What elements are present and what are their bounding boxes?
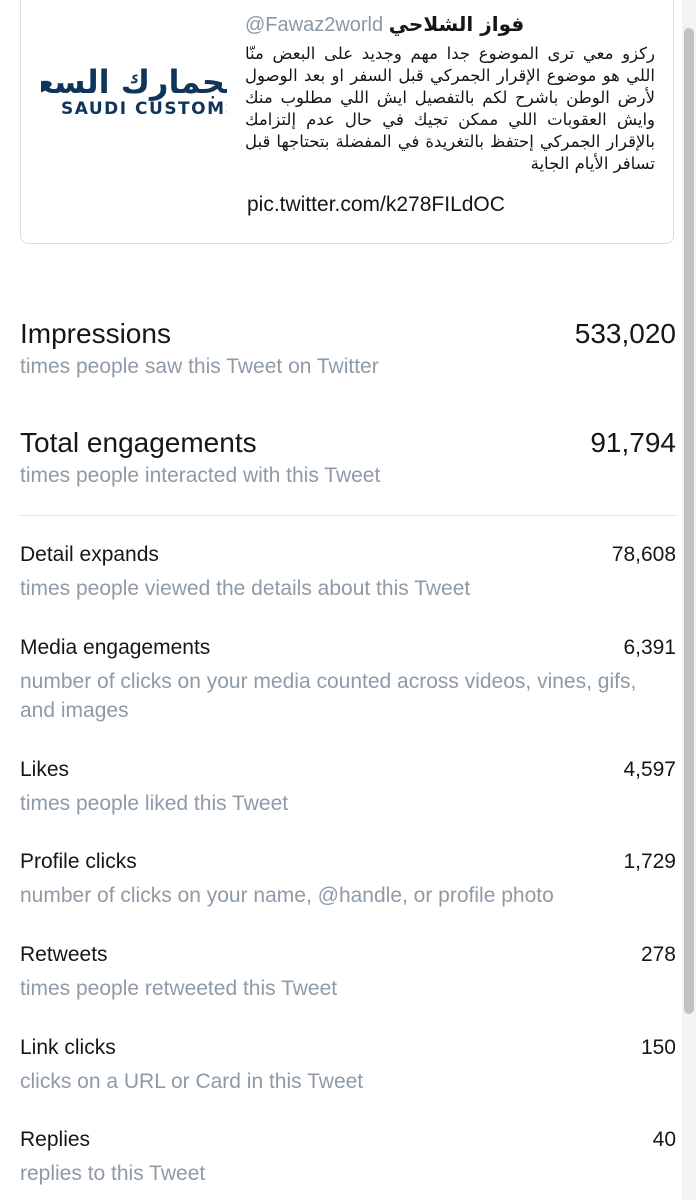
tweet-card[interactable]: لجمارك السعودية SAUDI CUSTOMS @Fawaz2wor… <box>20 0 674 244</box>
metric-description: times people saw this Tweet on Twitter <box>20 355 379 378</box>
metric-label: Replies <box>20 1128 91 1151</box>
metric-description: times people liked this Tweet <box>20 792 289 815</box>
metric-value: 150 <box>640 1036 676 1059</box>
metric-description: times people retweeted this Tweet <box>20 977 338 1000</box>
author-handle[interactable]: @Fawaz2world <box>245 14 383 36</box>
saudi-customs-logo: لجمارك السعودية SAUDI CUSTOMS <box>41 63 227 133</box>
metric-label: Total engagements <box>20 427 257 458</box>
metric-value: 40 <box>652 1128 676 1151</box>
metric-description: number of clicks on your media counted a… <box>20 670 637 722</box>
tweet-media-link[interactable]: pic.twitter.com/k278FILdOC <box>247 193 505 217</box>
metric-value: 533,020 <box>574 318 676 349</box>
scrollbar-thumb[interactable] <box>684 28 694 1014</box>
metric-label: Retweets <box>20 943 108 966</box>
metric-description: replies to this Tweet <box>20 1162 206 1185</box>
metric-label: Detail expands <box>20 543 159 566</box>
metric-value: 4,597 <box>623 758 676 781</box>
section-divider <box>20 515 676 516</box>
tweet-author[interactable]: @Fawaz2world فواز الشلاحي <box>245 12 524 37</box>
metric-label: Media engagements <box>20 636 211 659</box>
metric-description: times people viewed the details about th… <box>20 577 471 600</box>
logo-arabic-text: لجمارك السعودية <box>41 63 227 101</box>
scrollbar[interactable] <box>682 0 696 1200</box>
metric-description: clicks on a URL or Card in this Tweet <box>20 1070 364 1093</box>
metric-label: Profile clicks <box>20 850 137 873</box>
metric-value: 6,391 <box>623 636 676 659</box>
metric-value: 91,794 <box>590 427 676 458</box>
logo-english-text: SAUDI CUSTOMS <box>61 99 227 119</box>
metric-label: Impressions <box>20 318 171 349</box>
metric-description: times people interacted with this Tweet <box>20 464 381 487</box>
metric-value: 1,729 <box>623 850 676 873</box>
metric-value: 78,608 <box>611 543 676 566</box>
tweet-text: ركزو معي ترى الموضوع جدا مهم وجديد على ا… <box>245 44 655 173</box>
metric-label: Likes <box>20 758 70 781</box>
metric-value: 278 <box>640 943 676 966</box>
metric-description: number of clicks on your name, @handle, … <box>20 884 554 907</box>
author-name[interactable]: فواز الشلاحي <box>389 12 525 36</box>
metric-label: Link clicks <box>20 1036 116 1059</box>
